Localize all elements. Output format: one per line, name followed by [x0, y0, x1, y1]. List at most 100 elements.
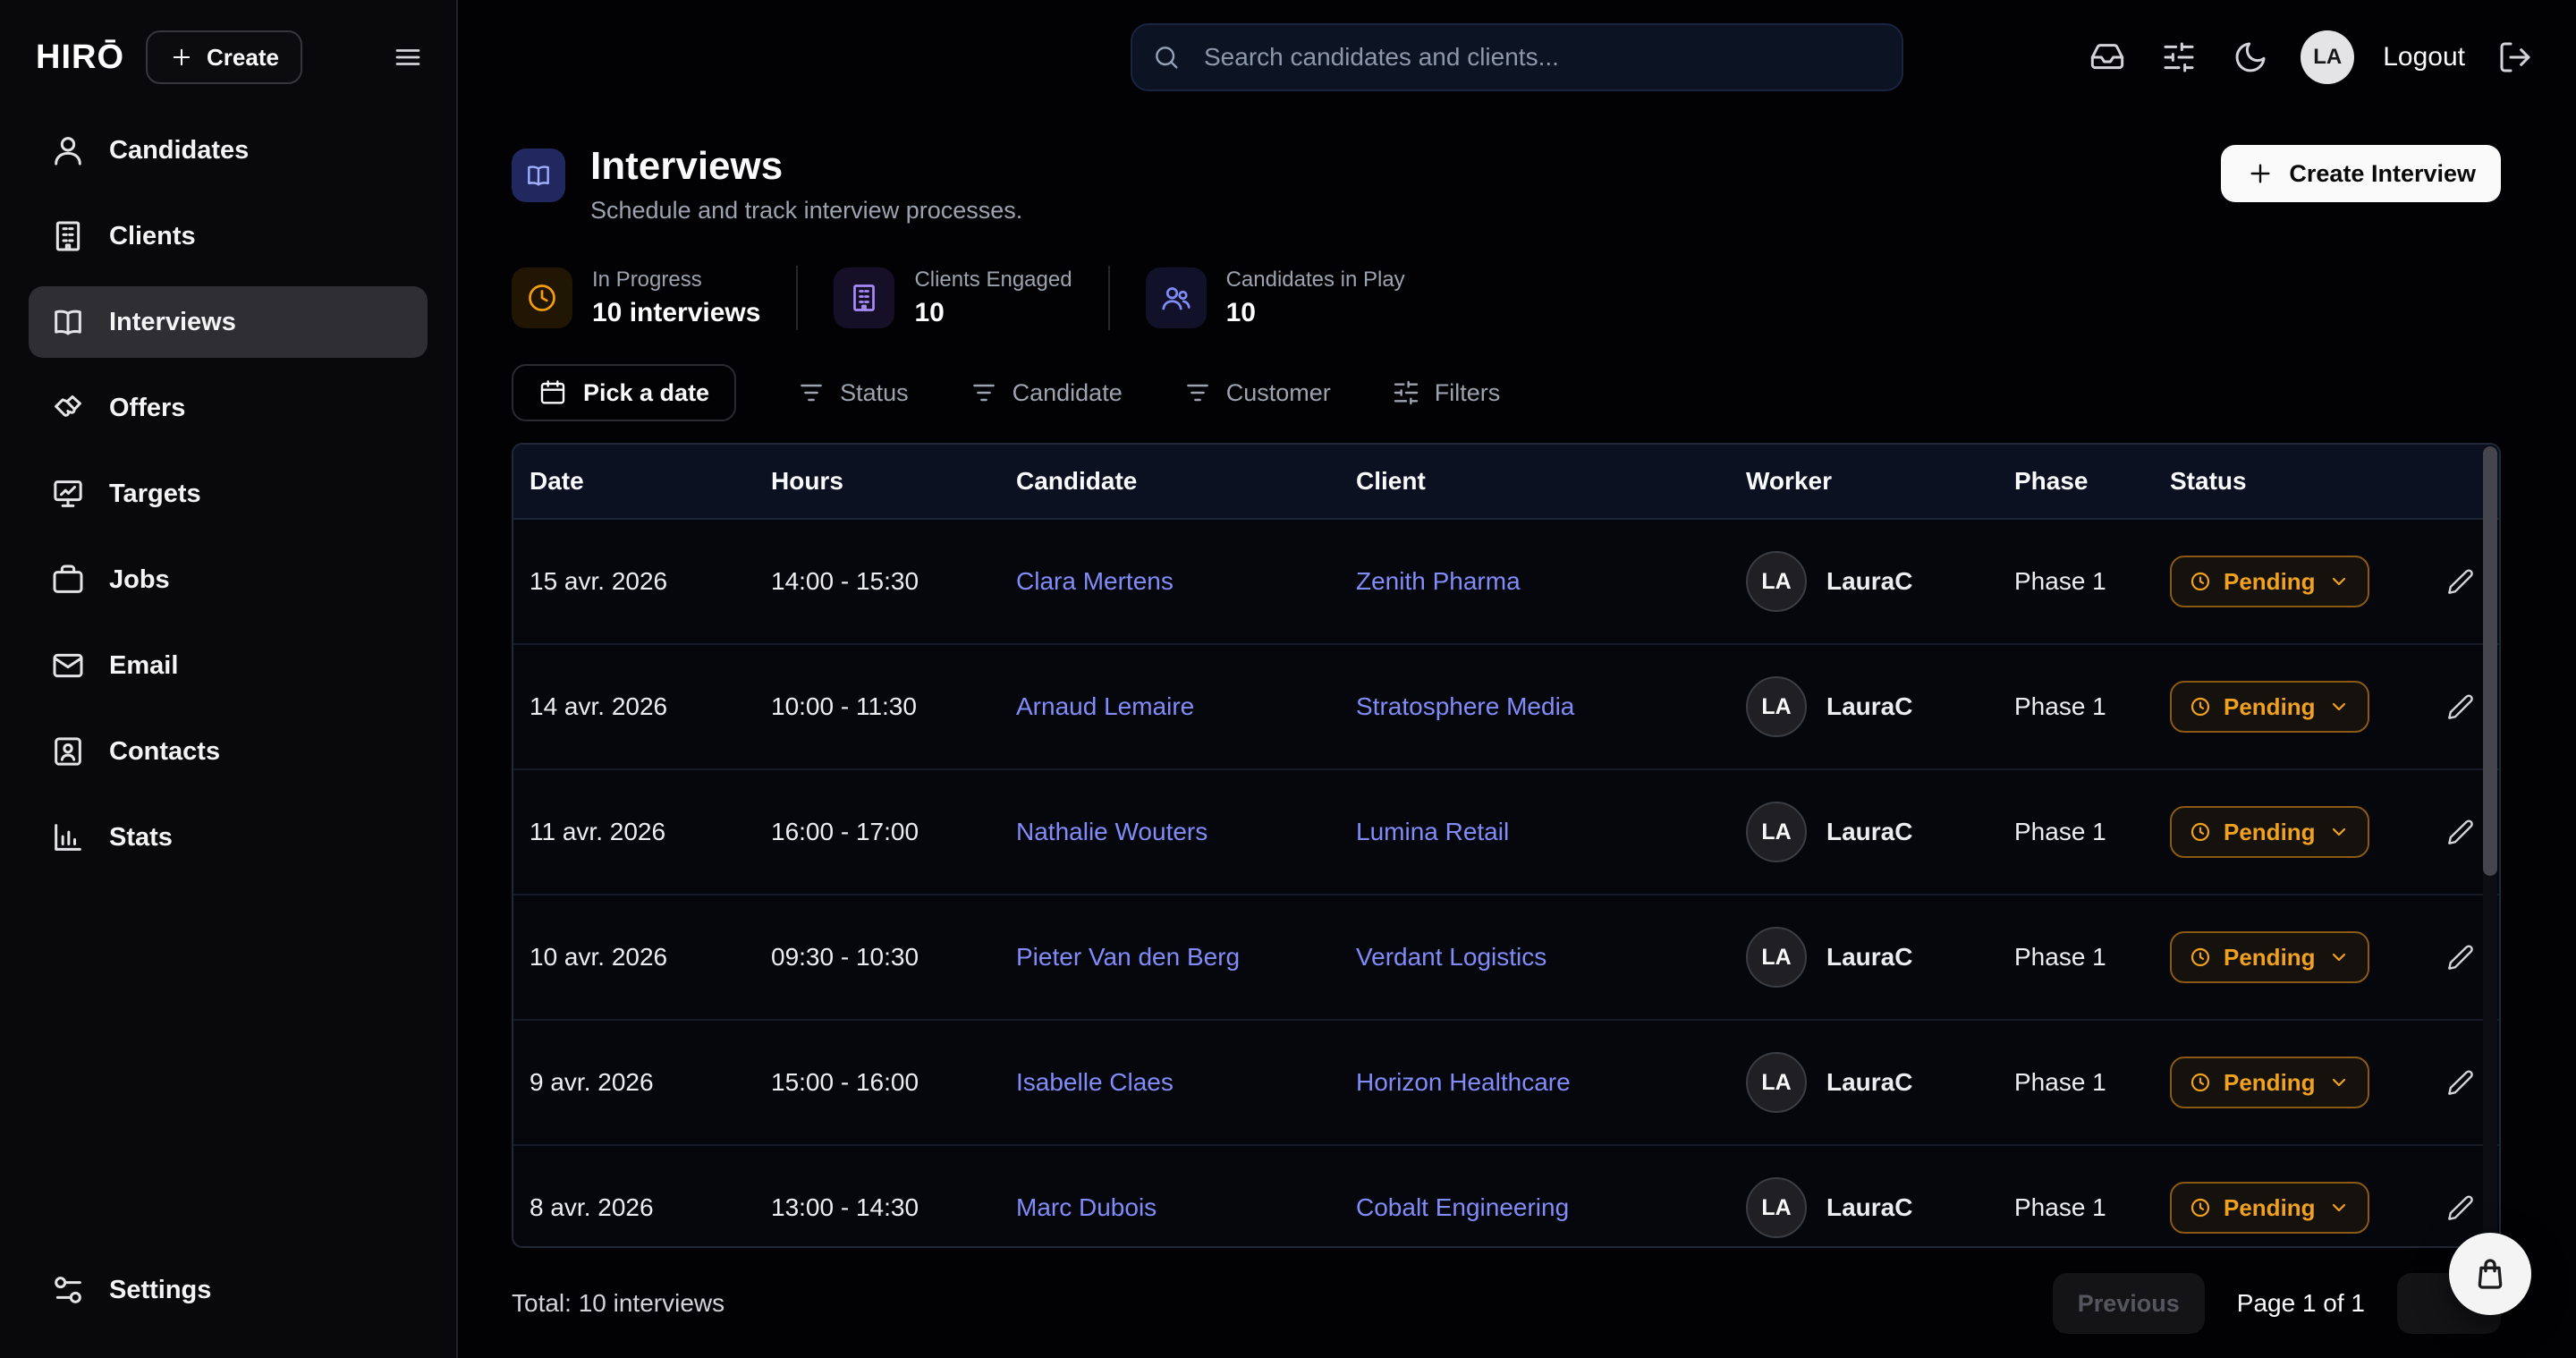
table-row: 10 avr. 2026 09:30 - 10:30 Pieter Van de…	[513, 895, 2499, 1021]
table-scrollbar-thumb[interactable]	[2483, 446, 2497, 876]
stats-row: In Progress 10 interviews Clients Engage…	[512, 266, 2501, 330]
previous-page-button[interactable]: Previous	[2053, 1273, 2205, 1334]
id-card-icon	[50, 734, 86, 769]
col-hours: Hours	[755, 467, 1000, 496]
status-dropdown[interactable]: Pending	[2170, 556, 2369, 607]
divider	[1108, 266, 1110, 330]
candidate-link[interactable]: Clara Mertens	[1016, 567, 1174, 595]
client-link[interactable]: Cobalt Engineering	[1356, 1193, 1569, 1221]
edit-pencil-button[interactable]	[2439, 1186, 2482, 1229]
stat-value: 10	[1226, 298, 1405, 328]
create-button[interactable]: Create	[146, 30, 302, 84]
pencil-icon	[2446, 818, 2475, 846]
app-window: HIRŌ Create Candidates Clients Interview…	[0, 0, 2576, 1358]
status-label: Pending	[2224, 944, 2316, 972]
global-search	[1131, 23, 1903, 91]
calendar-icon	[538, 378, 567, 407]
status-dropdown[interactable]: Pending	[2170, 931, 2369, 983]
main-area: LA Logout Interviews Schedule and track …	[458, 0, 2576, 1358]
topbar-actions: LA Logout	[2086, 30, 2576, 84]
filter-chip-filters[interactable]: Filters	[1392, 378, 1501, 407]
cell-date: 10 avr. 2026	[513, 943, 755, 972]
user-avatar[interactable]: LA	[2301, 30, 2354, 84]
cell-worker: LA LauraC	[1730, 1052, 1998, 1113]
sidebar-item-label: Jobs	[109, 565, 170, 595]
sidebar-item-contacts[interactable]: Contacts	[29, 716, 428, 787]
edit-pencil-button[interactable]	[2439, 1061, 2482, 1104]
candidate-link[interactable]: Pieter Van den Berg	[1016, 943, 1240, 971]
client-link[interactable]: Horizon Healthcare	[1356, 1068, 1571, 1096]
page-subtitle: Schedule and track interview processes.	[590, 197, 1022, 225]
worker-name: LauraC	[1826, 943, 1912, 972]
sidebar-item-label: Clients	[109, 222, 196, 251]
pick-a-date-label: Pick a date	[583, 379, 709, 407]
client-link[interactable]: Lumina Retail	[1356, 818, 1509, 845]
status-dropdown[interactable]: Pending	[2170, 1182, 2369, 1234]
status-dropdown[interactable]: Pending	[2170, 681, 2369, 733]
moon-dark-mode-icon[interactable]	[2229, 36, 2272, 79]
edit-pencil-button[interactable]	[2439, 811, 2482, 853]
chip-label: Candidate	[1013, 379, 1123, 407]
clock-icon	[2190, 946, 2211, 968]
plus-icon	[2246, 159, 2275, 188]
page-title: Interviews	[590, 145, 1022, 188]
floating-bag-button[interactable]	[2449, 1233, 2531, 1315]
edit-pencil-button[interactable]	[2439, 560, 2482, 603]
sidebar-item-label: Email	[109, 651, 178, 681]
hamburger-menu-icon[interactable]	[388, 38, 428, 77]
stat-candidates-in-play: Candidates in Play 10	[1146, 267, 1405, 328]
sliders-icon	[50, 1272, 86, 1308]
create-interview-button[interactable]: Create Interview	[2221, 145, 2501, 202]
status-dropdown[interactable]: Pending	[2170, 806, 2369, 858]
filter-chip-customer[interactable]: Customer	[1183, 378, 1331, 407]
sidebar: HIRŌ Create Candidates Clients Interview…	[0, 0, 458, 1358]
candidate-link[interactable]: Marc Dubois	[1016, 1193, 1157, 1221]
sidebar-item-jobs[interactable]: Jobs	[29, 544, 428, 615]
cell-status: Pending	[2154, 1057, 2422, 1108]
chevron-down-icon	[2328, 571, 2350, 592]
building-icon	[50, 218, 86, 254]
cell-worker: LA LauraC	[1730, 676, 1998, 737]
cell-worker: LA LauraC	[1730, 551, 1998, 612]
filter-chip-candidate[interactable]: Candidate	[970, 378, 1123, 407]
interviews-table: Date Hours Candidate Client Worker Phase…	[512, 443, 2501, 1248]
brand-logo[interactable]: HIRŌ	[36, 38, 124, 77]
search-input[interactable]	[1131, 23, 1903, 91]
worker-avatar: LA	[1746, 551, 1807, 612]
clock-icon	[2190, 571, 2211, 592]
sidebar-item-interviews[interactable]: Interviews	[29, 286, 428, 358]
content: Interviews Schedule and track interview …	[458, 115, 2576, 1358]
cell-phase: Phase 1	[1998, 943, 2154, 972]
sidebar-item-candidates[interactable]: Candidates	[29, 115, 428, 186]
edit-pencil-button[interactable]	[2439, 936, 2482, 979]
candidate-link[interactable]: Isabelle Claes	[1016, 1068, 1174, 1096]
stat-value: 10	[914, 298, 1072, 328]
filter-chip-status[interactable]: Status	[797, 378, 909, 407]
client-link[interactable]: Zenith Pharma	[1356, 567, 1521, 595]
sidebar-item-label: Settings	[109, 1276, 211, 1305]
cell-hours: 13:00 - 14:30	[755, 1193, 1000, 1222]
col-status: Status	[2154, 467, 2422, 496]
logout-icon[interactable]	[2494, 36, 2537, 79]
pencil-icon	[2446, 1193, 2475, 1222]
candidate-link[interactable]: Arnaud Lemaire	[1016, 692, 1194, 720]
pick-a-date-button[interactable]: Pick a date	[512, 364, 736, 421]
logout-label[interactable]: Logout	[2383, 42, 2465, 72]
client-link[interactable]: Stratosphere Media	[1356, 692, 1574, 720]
client-link[interactable]: Verdant Logistics	[1356, 943, 1546, 971]
status-label: Pending	[2224, 819, 2316, 846]
sidebar-item-email[interactable]: Email	[29, 630, 428, 701]
sidebar-item-targets[interactable]: Targets	[29, 458, 428, 530]
cell-status: Pending	[2154, 931, 2422, 983]
edit-pencil-button[interactable]	[2439, 685, 2482, 728]
sidebar-item-stats[interactable]: Stats	[29, 802, 428, 873]
inbox-icon[interactable]	[2086, 36, 2129, 79]
sidebar-item-offers[interactable]: Offers	[29, 372, 428, 444]
worker-avatar: LA	[1746, 1177, 1807, 1238]
sliders-horizontal-icon[interactable]	[2157, 36, 2200, 79]
status-dropdown[interactable]: Pending	[2170, 1057, 2369, 1108]
sidebar-item-settings[interactable]: Settings	[29, 1254, 428, 1326]
sidebar-item-clients[interactable]: Clients	[29, 200, 428, 272]
cell-phase: Phase 1	[1998, 1193, 2154, 1222]
candidate-link[interactable]: Nathalie Wouters	[1016, 818, 1208, 845]
